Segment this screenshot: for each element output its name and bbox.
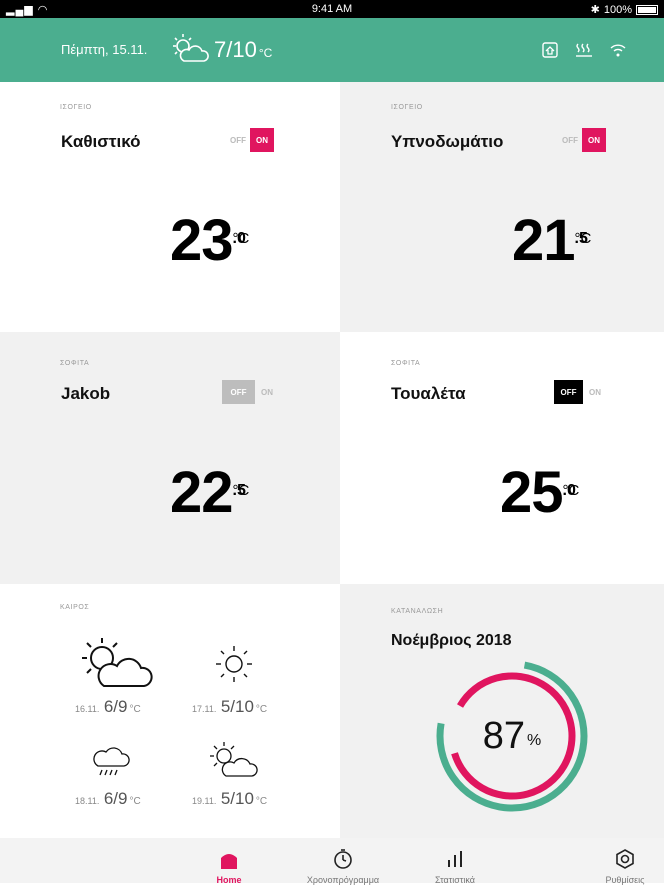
partly-cloudy-icon [210,742,258,777]
room-temperature: 22 °C .5 [170,460,250,525]
tab-settings[interactable]: Ρυθμίσεις [605,838,645,885]
toggle-off[interactable]: OFF [222,380,255,404]
sun-icon [216,646,252,682]
timer-icon [334,849,352,869]
forecast-day: 17.11. 5/10 °C [192,697,268,716]
home-icon [221,854,237,869]
status-time: 9:41 AM [311,3,353,15]
tab-schedule[interactable]: Χρονοπρόγραμμα [307,838,379,885]
floor-label: ΙΣΟΓΕΙΟ [391,104,423,111]
stats-icon [448,851,462,867]
room-tile-toilet[interactable]: ΣΟΦΙΤΑ Τουαλέτα OFF ON 25 °C .0 [340,332,664,584]
weather-tile[interactable]: ΚΑΙΡΟΣ 16.11. 6/9 °C 17.11. 5/10 °C 18.1… [0,584,340,838]
header-bar: Πέμπτη, 15.11. 7/10 °C [0,18,664,82]
battery-percent: 100% [603,3,632,16]
rain-cloud-icon [93,747,130,776]
forecast-day: 16.11. 6/9 °C [75,697,141,716]
toggle-on[interactable]: ON [255,380,279,404]
tab-statistics[interactable]: Στατιστικά [435,838,475,885]
floor-label: ΣΟΦΙΤΑ [60,360,90,367]
header-temperature: 7/10 °C [214,37,273,62]
consumption-caption: ΚΑΤΑΝΑΛΩΣΗ [391,608,444,615]
status-bar: ▂▄▆ ◠ 9:41 AM ✱ 100% [0,0,664,18]
power-toggle[interactable]: OFF ON [222,380,279,404]
tab-home[interactable]: Home [214,838,244,885]
room-name: Jakob [61,384,111,403]
weather-caption: ΚΑΙΡΟΣ [60,604,90,611]
settings-icon [616,849,634,869]
header-date: Πέμπτη, 15.11. [61,42,148,57]
floor-label: ΣΟΦΙΤΑ [391,360,421,367]
room-name: Τουαλέτα [391,384,466,403]
battery-indicator: ✱ 100% [591,3,658,16]
power-toggle[interactable]: OFF ON [554,380,607,404]
home-alarm-icon[interactable] [540,40,560,60]
toggle-off[interactable]: OFF [554,380,583,404]
bluetooth-icon: ✱ [590,4,600,16]
forecast-day: 19.11. 5/10 °C [192,789,268,808]
wifi-icon[interactable] [608,40,628,60]
toggle-off[interactable]: OFF [226,128,250,152]
power-toggle[interactable]: OFF ON [558,128,606,152]
partly-cloudy-icon [82,638,153,687]
room-tile-living[interactable]: ΙΣΟΓΕΙΟ Καθιστικό OFF ON 23 °C .0 [0,82,340,332]
room-name: Καθιστικό [61,132,141,151]
room-tile-bedroom[interactable]: ΙΣΟΓΕΙΟ Υπνοδωμάτιο OFF ON 21 °C .5 [340,82,664,332]
forecast-day: 18.11. 6/9 °C [75,789,141,808]
toggle-off[interactable]: OFF [558,128,582,152]
consumption-percentage: 87% [482,714,542,757]
heating-icon[interactable] [574,40,594,60]
consumption-month: Νοέμβριος 2018 [391,632,512,649]
floor-label: ΙΣΟΓΕΙΟ [60,104,92,111]
consumption-tile[interactable]: ΚΑΤΑΝΑΛΩΣΗ Νοέμβριος 2018 87% [340,584,664,838]
room-temperature: 25 °C .0 [500,460,580,525]
room-name: Υπνοδωμάτιο [391,132,504,151]
toggle-on[interactable]: ON [582,128,606,152]
toggle-on[interactable]: ON [250,128,274,152]
room-temperature: 21 °C .5 [512,208,592,273]
tab-bar: Home Χρονοπρόγραμμα Στατιστικά Ρυθμίσεις [0,838,664,885]
room-temperature: 23 °C .0 [170,208,250,273]
power-toggle[interactable]: OFF ON [226,128,274,152]
partly-cloudy-icon [173,34,209,62]
room-tile-jakob[interactable]: ΣΟΦΙΤΑ Jakob OFF ON 22 °C .5 [0,332,340,584]
toggle-on[interactable]: ON [583,380,607,404]
battery-icon [636,4,658,15]
